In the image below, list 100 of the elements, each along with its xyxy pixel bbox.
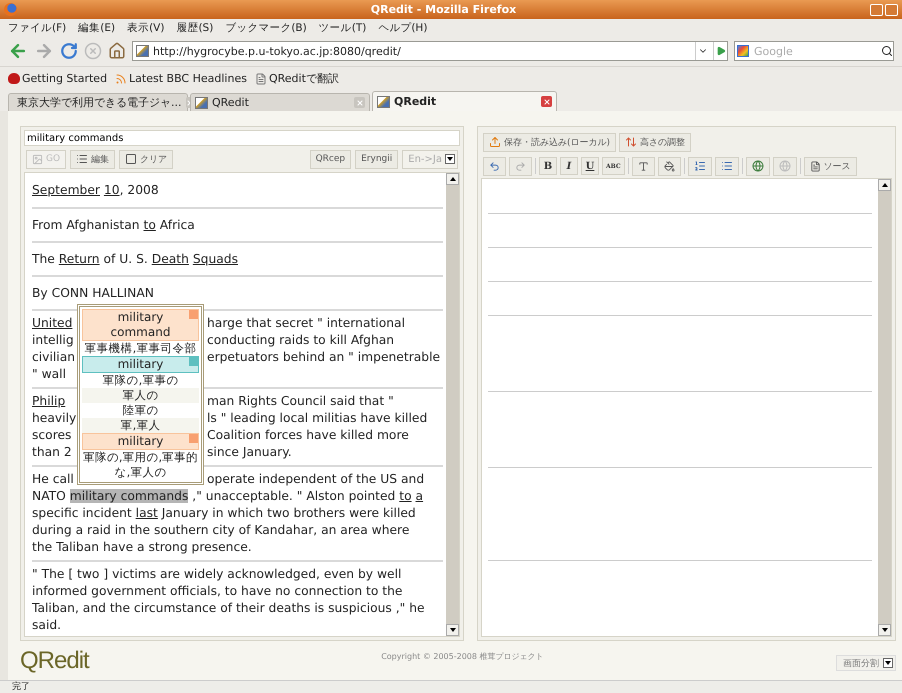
search-engine-icon <box>737 45 749 57</box>
menu-item[interactable]: ヘルプ(H) <box>378 20 428 34</box>
format-button[interactable]: U <box>581 157 599 175</box>
text-line: informed government officials, to have no connection to the <box>32 583 402 600</box>
close-icon[interactable] <box>541 96 552 107</box>
favicon <box>136 45 149 57</box>
page-icon <box>254 72 267 84</box>
text-line: Philip <box>32 393 66 410</box>
forward-icon[interactable] <box>34 41 54 61</box>
bookmark[interactable]: QReditで翻訳 <box>254 71 339 86</box>
menu-item[interactable]: 履歴(S) <box>176 20 214 34</box>
text-line: " The [ two ] victims are widely acknowledged, even by well <box>32 566 402 583</box>
reload-icon[interactable] <box>60 42 78 60</box>
text-line: scores <box>32 427 72 444</box>
text-line: during a raid in the southern city of Kandahar, an area where <box>32 522 410 539</box>
edit-button[interactable]: 編集 <box>70 150 116 168</box>
copyright: Copyright © 2005-2008 椎茸プロジェクト <box>380 651 545 662</box>
dictionary-button[interactable]: Eryngii <box>355 150 398 168</box>
go-icon[interactable] <box>713 42 727 60</box>
logo: QRedit <box>20 647 89 675</box>
text-line: intellig <box>32 332 74 349</box>
globe-icon <box>752 160 764 172</box>
feed-icon <box>115 72 128 84</box>
minimize-button[interactable] <box>870 4 883 16</box>
text-line: civilian <box>32 349 76 366</box>
status-bar: 完了 <box>0 680 902 693</box>
headword[interactable]: military <box>82 356 199 373</box>
save-load-button[interactable]: 保存・読み込み(ローカル) <box>483 132 616 152</box>
numbered-list-icon <box>694 160 706 172</box>
text-line: By CONN HALLINAN <box>32 284 154 302</box>
globe-icon <box>778 160 791 172</box>
background-color-button[interactable] <box>658 156 681 176</box>
text-line: said. <box>32 617 62 634</box>
back-icon[interactable] <box>8 41 28 61</box>
text-line: harge that secret " international <box>207 315 405 332</box>
bullet-list-button[interactable] <box>714 156 739 176</box>
height-button[interactable]: 高さの調整 <box>619 132 692 152</box>
format-button[interactable]: I <box>560 157 578 175</box>
text-line: the Taliban have a strong presence. <box>32 539 252 556</box>
text-line: He call <box>32 471 74 488</box>
link-button[interactable] <box>746 156 770 176</box>
text-color-button[interactable] <box>632 156 655 176</box>
menu-item[interactable]: ブックマーク(B) <box>225 20 307 34</box>
headword[interactable]: military <box>82 433 199 450</box>
bookmark[interactable]: Getting Started <box>8 72 108 85</box>
address-field[interactable]: http://hygrocybe.p.u-tokyo.ac.jp:8080/qredit/ <box>132 41 728 61</box>
dropdown-icon[interactable] <box>695 42 709 60</box>
text-line: conducting raids to kill Afghan <box>207 332 394 349</box>
maximize-button[interactable] <box>885 4 898 16</box>
browser-tab[interactable]: QRedit <box>372 91 557 111</box>
home-icon[interactable] <box>108 42 126 60</box>
text-line: heavily <box>32 410 76 427</box>
text-line: ls " leading local militias have killed <box>207 410 428 427</box>
undo-button[interactable] <box>483 156 506 176</box>
undo-icon <box>489 160 500 172</box>
text-line: Taliban, and the circumstance of their deaths is suspicious ," he <box>32 600 425 617</box>
browser-tab[interactable]: 東京大学で利用できる電子ジャ... <box>8 93 188 111</box>
scrollbar[interactable] <box>446 173 459 636</box>
text-line: Coalition forces have killed more <box>207 427 409 444</box>
text-line: erpetuators behind an " impenetrable <box>207 349 440 366</box>
menu-item[interactable]: ファイル(F) <box>8 20 66 34</box>
upload-icon <box>489 136 501 148</box>
bookmark[interactable]: Latest BBC Headlines <box>115 72 247 85</box>
dictionary-button[interactable]: QRcep <box>310 150 352 168</box>
text-line: than 2 <box>32 444 72 461</box>
headword[interactable]: military command <box>82 309 199 341</box>
menu-item[interactable]: 編集(E) <box>78 20 116 34</box>
text-line: From Afghanistan to Africa <box>32 216 195 234</box>
text-line: operate independent of the US and <box>207 471 424 488</box>
paint-bucket-icon <box>664 160 675 172</box>
redo-icon <box>515 160 526 172</box>
text-color-icon <box>638 160 649 172</box>
format-button[interactable]: B <box>539 157 557 175</box>
favicon <box>377 96 390 108</box>
numbered-list-button[interactable] <box>688 156 712 176</box>
menu-item[interactable]: 表示(V) <box>127 20 164 34</box>
scrollbar[interactable] <box>878 179 891 636</box>
redo-button[interactable] <box>509 156 532 176</box>
text-line: specific incident last January in which two brothers were killed <box>32 505 416 522</box>
square-icon <box>125 153 138 165</box>
menu-item[interactable]: ツール(T) <box>318 20 366 34</box>
bookmark-icon <box>8 73 20 84</box>
text-line: " wall <box>32 366 66 383</box>
source-button[interactable]: ソース <box>804 156 857 176</box>
text-line: The Return of U. S. Death Squads <box>32 250 238 268</box>
resize-icon <box>625 136 638 148</box>
favicon <box>195 96 208 108</box>
clear-button[interactable]: クリア <box>119 150 174 168</box>
text-line: NATO military commands ," unacceptable. " Alston pointed to a <box>32 488 424 505</box>
web-search-field[interactable]: Google <box>734 41 894 61</box>
text-line: September 10, 2008 <box>32 182 159 198</box>
text-line: since January. <box>207 444 292 461</box>
meaning: 軍,軍人 <box>82 418 199 433</box>
window-title: QRedit - Mozilla Firefox <box>370 3 518 16</box>
text-line: man Rights Council said that " <box>207 393 394 410</box>
browser-tab[interactable]: QRedit <box>190 93 370 111</box>
search-icon[interactable] <box>881 45 893 57</box>
query-field[interactable]: military commands <box>24 130 460 146</box>
document-icon <box>810 160 821 172</box>
layout-select[interactable]: 画面分割 <box>836 655 896 671</box>
